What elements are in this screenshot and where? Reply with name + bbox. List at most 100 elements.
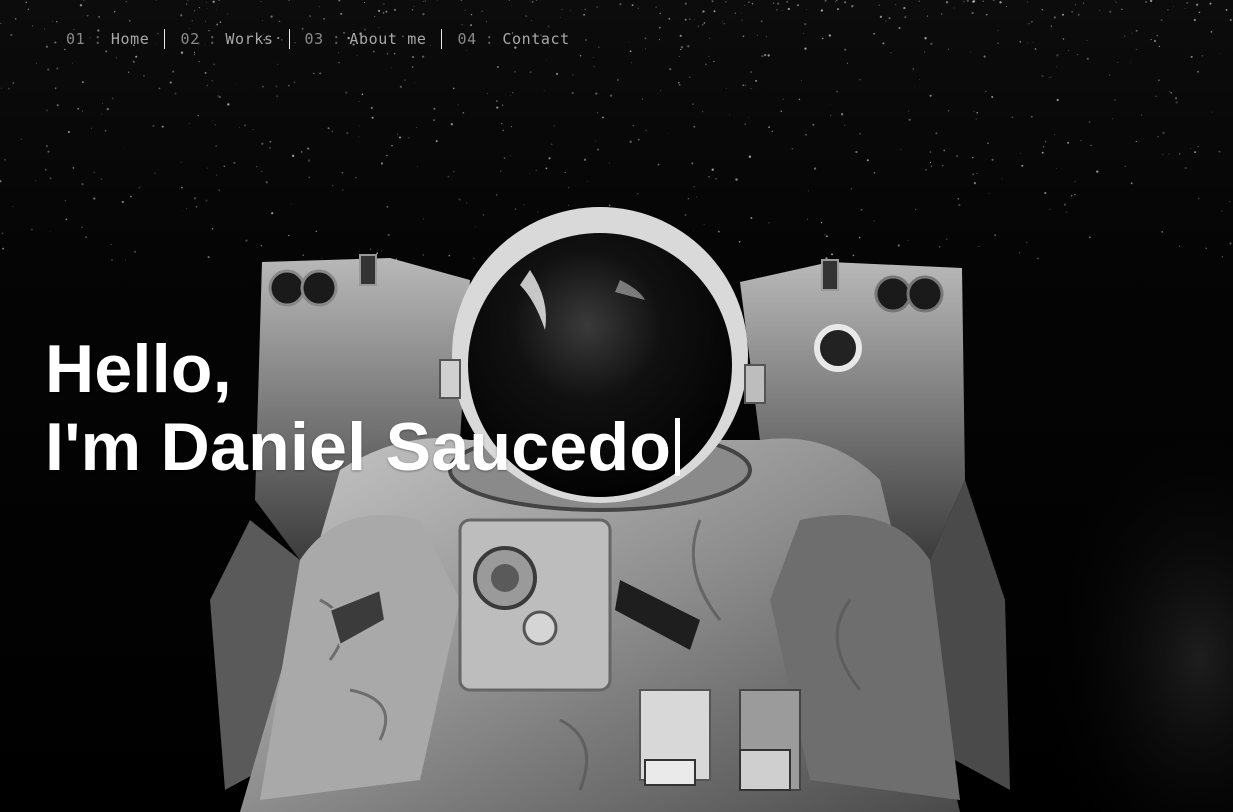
star [496, 100, 498, 102]
star [450, 123, 453, 126]
star [669, 68, 672, 71]
star [514, 208, 517, 210]
star [780, 110, 783, 113]
star [824, 233, 826, 236]
star [215, 145, 218, 147]
star [584, 8, 587, 11]
star [705, 63, 707, 66]
star [1018, 252, 1021, 254]
star [1065, 211, 1068, 213]
star [879, 15, 883, 19]
star [711, 0, 714, 3]
star [564, 171, 566, 174]
star [261, 170, 263, 173]
star [914, 208, 917, 211]
star [1130, 182, 1133, 185]
star [245, 239, 248, 242]
star [750, 71, 752, 73]
star [1053, 16, 1056, 19]
star [765, 36, 767, 38]
star [185, 3, 188, 5]
star [261, 85, 264, 88]
star [293, 81, 296, 83]
star [433, 107, 436, 110]
star [912, 68, 914, 70]
star [486, 93, 488, 95]
star [378, 9, 381, 12]
star [331, 130, 334, 132]
star [678, 56, 680, 57]
nav-item-about-me[interactable]: 03 : About me [290, 29, 442, 49]
star [358, 101, 360, 103]
star [370, 106, 373, 109]
star [684, 214, 687, 216]
star [1160, 19, 1163, 22]
star [1077, 54, 1079, 56]
star [371, 116, 374, 119]
star [393, 8, 397, 12]
nav-item-contact[interactable]: 04 : Contact [442, 29, 584, 49]
star [1193, 18, 1197, 22]
star [971, 11, 974, 15]
star [411, 9, 414, 11]
star [1047, 16, 1049, 18]
star [858, 236, 861, 239]
star [1044, 191, 1047, 195]
star [288, 234, 290, 237]
star [763, 53, 767, 57]
star [495, 194, 498, 196]
star [535, 169, 538, 172]
star [940, 13, 943, 15]
star [226, 13, 229, 15]
star [1042, 75, 1044, 77]
star [1031, 20, 1033, 23]
star [387, 233, 390, 237]
star [820, 222, 823, 224]
star [1140, 114, 1143, 116]
star [193, 54, 195, 56]
star [687, 45, 690, 48]
star [781, 9, 783, 11]
star [859, 79, 861, 81]
star [448, 254, 451, 257]
star [338, 61, 340, 64]
star [898, 26, 901, 30]
star [422, 254, 424, 256]
star [744, 84, 747, 87]
star [386, 53, 389, 55]
star [596, 6, 598, 8]
star [973, 110, 975, 112]
star [1098, 9, 1101, 12]
star [1019, 40, 1022, 43]
star [1190, 55, 1193, 58]
star [194, 10, 196, 12]
star [100, 178, 103, 180]
star [1156, 35, 1158, 37]
star [154, 172, 156, 174]
star [110, 244, 112, 245]
nav-item-works[interactable]: 02 : Works [165, 29, 288, 49]
star [1074, 194, 1076, 196]
star [525, 15, 528, 18]
star [72, 62, 74, 64]
hero-intro-text: I'm Daniel Saucedo [45, 409, 672, 485]
star [322, 258, 324, 259]
nav-item-home[interactable]: 01 : Home [51, 29, 164, 49]
star [265, 181, 268, 184]
star [903, 6, 906, 10]
star [1130, 62, 1131, 64]
star [12, 205, 14, 208]
star [725, 87, 727, 89]
star [697, 25, 700, 28]
star [1168, 153, 1170, 155]
star [844, 1, 847, 4]
star [1034, 48, 1037, 50]
star [128, 19, 131, 22]
star [929, 94, 932, 97]
star [991, 95, 994, 98]
star [744, 4, 746, 6]
star [186, 207, 187, 209]
star [631, 62, 632, 64]
star [1228, 200, 1231, 203]
star [930, 42, 933, 45]
